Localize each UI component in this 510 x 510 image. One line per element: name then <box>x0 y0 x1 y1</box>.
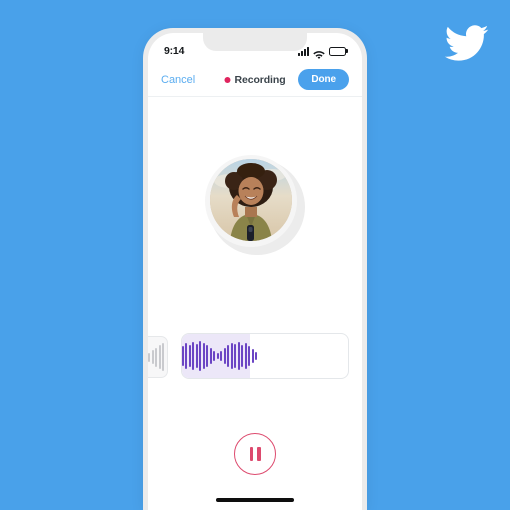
recording-dot-icon <box>224 76 231 83</box>
recording-status-badge: Recording <box>224 73 286 86</box>
active-waveform-region[interactable] <box>182 334 258 378</box>
phone-screen: 9:14 Cancel Recording Done <box>148 33 362 510</box>
twitter-bird-icon <box>444 25 489 61</box>
navigation-bar: Cancel Recording Done <box>148 63 362 97</box>
active-waveform-bars <box>182 341 258 371</box>
phone-mockup: 9:14 Cancel Recording Done <box>143 28 367 510</box>
avatar-photo <box>210 158 292 241</box>
done-button[interactable]: Done <box>298 69 349 90</box>
status-icons <box>298 46 346 59</box>
phone-notch <box>203 33 307 51</box>
cancel-button[interactable]: Cancel <box>161 74 195 86</box>
avatar-section <box>148 97 362 312</box>
status-time: 9:14 <box>164 45 185 57</box>
waveform-strip <box>148 333 362 383</box>
pause-button[interactable] <box>234 433 276 475</box>
previous-clip-card[interactable] <box>148 336 168 378</box>
home-indicator[interactable] <box>216 498 294 502</box>
avatar <box>205 154 305 255</box>
twitter-logo <box>440 20 492 66</box>
current-clip-card[interactable] <box>181 333 349 379</box>
pause-icon-bar-left <box>249 447 253 461</box>
previous-waveform-bars <box>148 342 164 372</box>
pause-icon-bar-right <box>257 447 261 461</box>
battery-full-icon <box>329 46 346 56</box>
controls-section <box>148 433 362 475</box>
user-avatar-photo-icon <box>210 158 292 241</box>
recording-label: Recording <box>234 73 286 86</box>
wifi-icon <box>313 47 325 59</box>
